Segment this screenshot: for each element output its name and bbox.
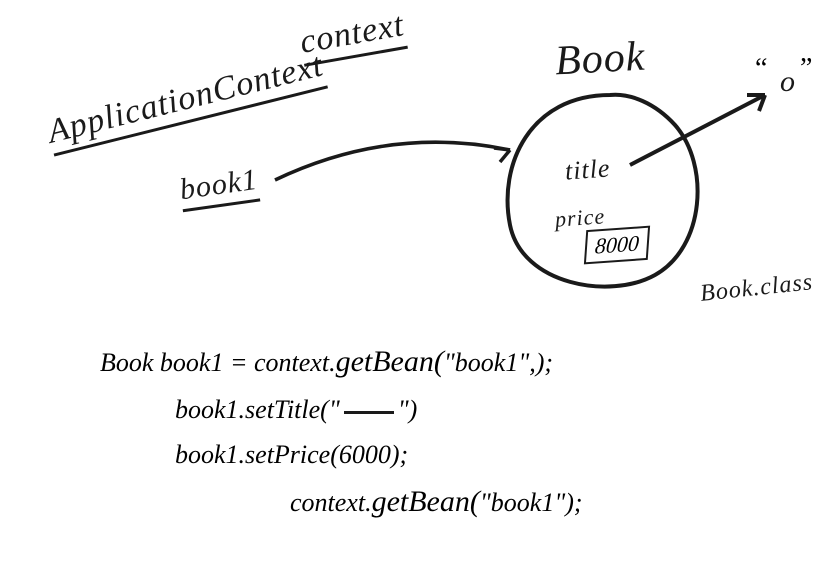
code-line-4: context.getBean("book1");	[290, 485, 583, 519]
code1-method: getBean(	[336, 345, 444, 378]
code-line-3: book1.setPrice(6000);	[175, 440, 408, 470]
price-value: 8000	[594, 230, 640, 258]
code1-arg: "book1",	[444, 348, 536, 377]
context-text: context	[297, 6, 408, 67]
quote-right-tick: ”	[800, 53, 812, 85]
code4-arg: "book1"	[480, 488, 565, 517]
price-value-box: 8000	[584, 226, 650, 265]
code4-prefix: context.	[290, 488, 372, 517]
code1-prefix: Book book1 = context.	[100, 348, 336, 377]
code4-method: getBean(	[372, 485, 480, 518]
code-line-1: Book book1 = context.getBean("book1",);	[100, 345, 553, 379]
book-class-heading: Book	[554, 33, 647, 86]
code3-text: book1.setPrice(6000);	[175, 440, 408, 469]
code1-close: );	[536, 348, 553, 377]
book1-var-label: book1	[178, 164, 260, 211]
code2-text: book1.setTitle("	[175, 395, 340, 424]
code-line-2: book1.setTitle(" ")	[175, 395, 417, 425]
quote-left-tick: “	[755, 53, 767, 85]
title-pointer-value: o	[780, 65, 796, 99]
code4-close: );	[565, 488, 582, 517]
blank-dash-icon	[344, 411, 394, 414]
book1-text: book1	[178, 163, 261, 213]
context-label: context	[298, 8, 408, 65]
code2-close: ")	[398, 395, 418, 424]
arrow-title-to-value	[620, 80, 790, 180]
title-field-label: title	[564, 153, 611, 186]
